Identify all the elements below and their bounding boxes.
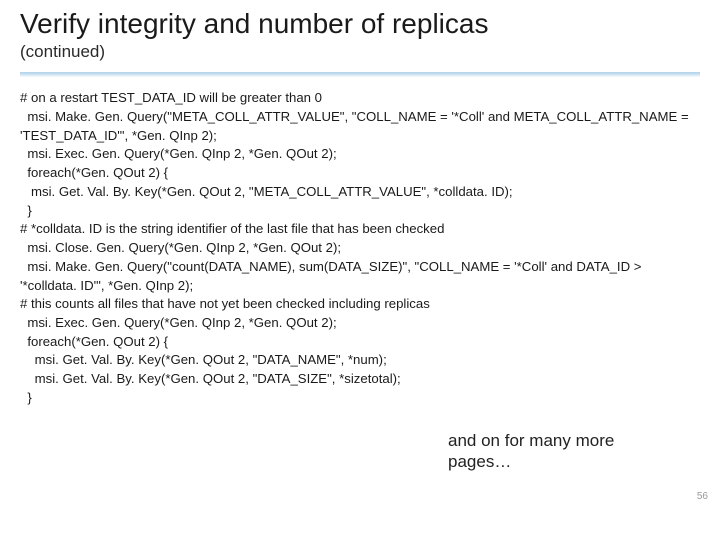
annotation-text: and on for many more pages… [448, 430, 658, 473]
slide-subtitle: (continued) [20, 42, 700, 62]
page-number: 56 [697, 491, 708, 502]
slide-container: Verify integrity and number of replicas … [0, 0, 720, 540]
title-divider [20, 72, 700, 77]
code-block: # on a restart TEST_DATA_ID will be grea… [20, 89, 700, 407]
slide-title: Verify integrity and number of replicas [20, 8, 700, 40]
